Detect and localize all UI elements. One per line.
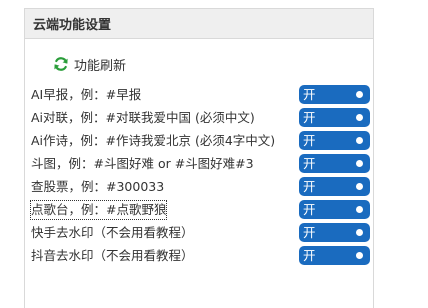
feature-toggle-ai-couplet[interactable]: 开 <box>299 108 370 127</box>
toggle-state: 开 <box>303 87 316 102</box>
feature-label: Ai作诗，例：#作诗我爱北京 (必须4字中文) <box>31 133 276 148</box>
toggle-state: 开 <box>303 110 316 125</box>
toggle-knob <box>356 252 363 259</box>
feature-label: AI早报，例：#早报 <box>31 87 142 102</box>
feature-toggle-douyin[interactable]: 开 <box>299 246 370 265</box>
feature-toggle-ai-poem[interactable]: 开 <box>299 131 370 150</box>
toggle-state: 开 <box>303 156 316 171</box>
toggle-state: 开 <box>303 202 316 217</box>
toggle-knob <box>356 160 363 167</box>
panel-title: 云端功能设置 <box>33 18 112 33</box>
refresh-button[interactable]: 功能刷新 <box>53 55 127 74</box>
feature-row-ai-couplet: Ai对联，例：#对联我爱中国 (必须中文) 开 <box>25 108 373 128</box>
feature-label: 点歌台，例：#点歌野狼 <box>30 200 168 220</box>
feature-row-kuaishou: 快手去水印（不会用看教程） 开 <box>25 223 373 243</box>
feature-row-song: 点歌台，例：#点歌野狼 开 <box>25 200 373 220</box>
feature-row-ai-news: AI早报，例：#早报 开 <box>25 85 373 105</box>
feature-toggle-kuaishou[interactable]: 开 <box>299 223 370 242</box>
toggle-state: 开 <box>303 179 316 194</box>
feature-row-meme: 斗图，例：#斗图好难 or #斗图好难#3 开 <box>25 154 373 174</box>
toggle-knob <box>356 114 363 121</box>
feature-toggle-song[interactable]: 开 <box>299 200 370 219</box>
toggle-knob <box>356 137 363 144</box>
feature-toggle-stock[interactable]: 开 <box>299 177 370 196</box>
feature-row-stock: 查股票，例：#300033 开 <box>25 177 373 197</box>
toggle-knob <box>356 229 363 236</box>
feature-label: 抖音去水印（不会用看教程） <box>31 248 194 263</box>
feature-toggle-meme[interactable]: 开 <box>299 154 370 173</box>
refresh-label: 功能刷新 <box>74 58 127 74</box>
feature-row-douyin: 抖音去水印（不会用看教程） 开 <box>25 246 373 266</box>
panel-header: 云端功能设置 <box>25 9 373 39</box>
feature-label: Ai对联，例：#对联我爱中国 (必须中文) <box>31 110 255 125</box>
feature-row-ai-poem: Ai作诗，例：#作诗我爱北京 (必须4字中文) 开 <box>25 131 373 151</box>
refresh-icon <box>53 56 69 72</box>
toggle-knob <box>356 206 363 213</box>
cloud-settings-panel: 云端功能设置 功能刷新 AI早报，例：#早报 开 Ai对联，例：#对联我爱中国 … <box>24 8 374 308</box>
feature-label: 查股票，例：#300033 <box>31 179 165 194</box>
toggle-knob <box>356 91 363 98</box>
toggle-state: 开 <box>303 248 316 263</box>
toggle-state: 开 <box>303 225 316 240</box>
feature-label: 斗图，例：#斗图好难 or #斗图好难#3 <box>31 156 254 171</box>
feature-toggle-ai-news[interactable]: 开 <box>299 85 370 104</box>
toggle-state: 开 <box>303 133 316 148</box>
toggle-knob <box>356 183 363 190</box>
feature-label: 快手去水印（不会用看教程） <box>31 225 194 240</box>
